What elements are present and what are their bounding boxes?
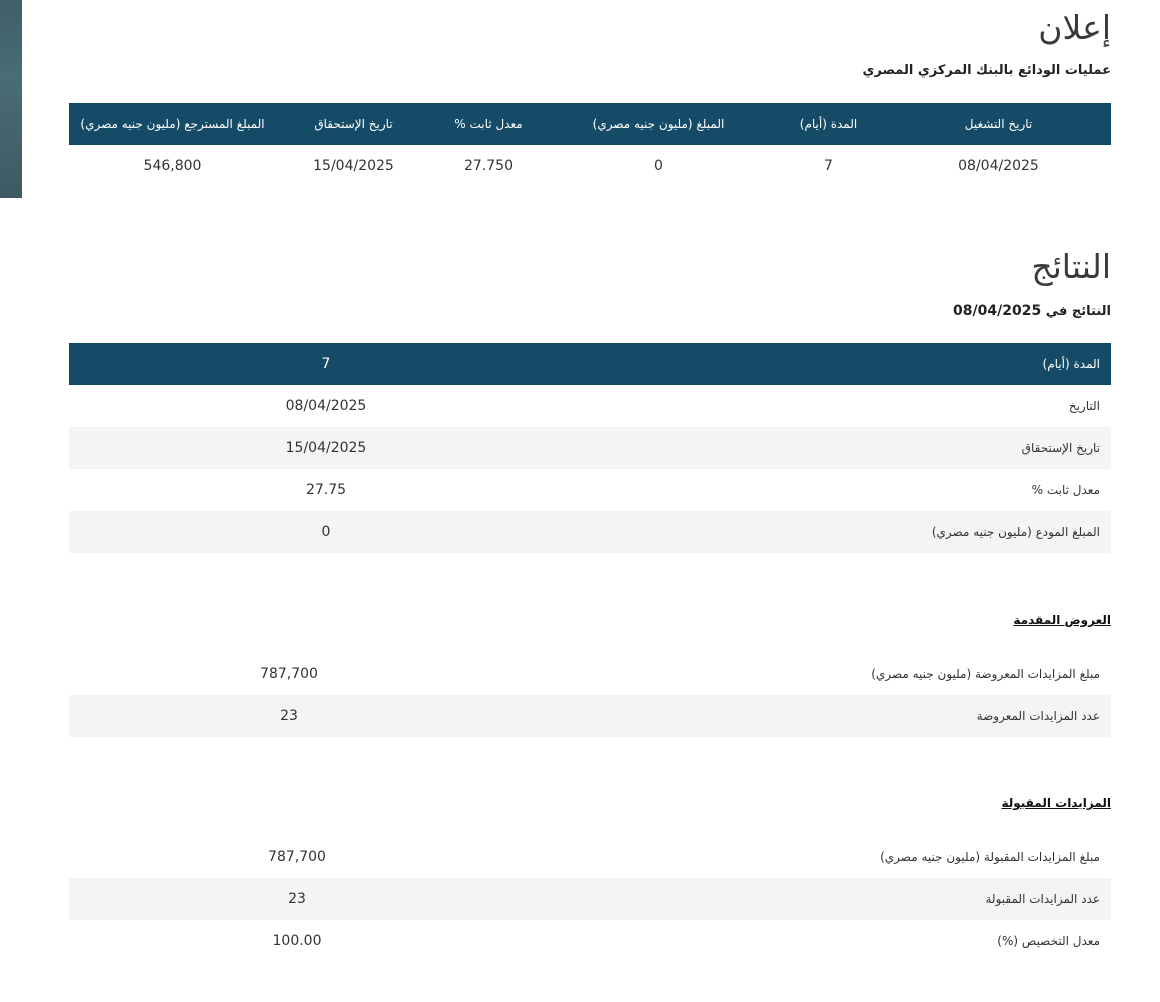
summary-value: 27.75 [305, 482, 347, 498]
announcement-title: إعلان [1038, 8, 1111, 47]
accepted-row-count: عدد المزايدات المقبولة 23 [69, 878, 1111, 920]
cell-operation-date: 08/04/2025 [958, 158, 1039, 174]
announcement-table: تاريخ التشغيل المدة (أيام) المبلغ (مليون… [69, 103, 1111, 187]
summary-row-maturity: تاريخ الإستحقاق 15/04/2025 [69, 427, 1111, 469]
accepted-label: معدل التخصيص (%) [997, 934, 1100, 948]
header-maturity-date: تاريخ الإستحقاق [276, 103, 431, 145]
accepted-row-amount: مبلغ المزايدات المقبولة (مليون جنيه مصري… [69, 836, 1111, 878]
summary-label: التاريخ [1068, 399, 1100, 413]
accepted-label: مبلغ المزايدات المقبولة (مليون جنيه مصري… [880, 850, 1100, 864]
results-subtitle-date: 08/04/2025 [953, 303, 1042, 319]
accepted-table: مبلغ المزايدات المقبولة (مليون جنيه مصري… [69, 836, 1111, 962]
summary-value: 7 [321, 356, 331, 372]
summary-label: تاريخ الإستحقاق [1021, 441, 1100, 455]
cell-returned-amount: 546,800 [143, 158, 202, 174]
cell-maturity-date: 15/04/2025 [313, 158, 394, 174]
announcement-header-row: تاريخ التشغيل المدة (أيام) المبلغ (مليون… [69, 103, 1111, 145]
accepted-value: 23 [288, 891, 306, 907]
results-subtitle-prefix: النتائج في [1045, 304, 1111, 319]
accepted-value: 787,700 [268, 849, 326, 865]
accepted-row-allocation: معدل التخصيص (%) 100.00 [69, 920, 1111, 962]
header-amount: المبلغ (مليون جنيه مصري) [546, 103, 771, 145]
announcement-subtitle: عمليات الودائع بالبنك المركزي المصري [862, 63, 1111, 78]
accepted-label: عدد المزايدات المقبولة [985, 892, 1101, 906]
cell-term-days: 7 [824, 158, 833, 174]
results-subtitle: النتائج في 08/04/2025 [953, 303, 1111, 319]
accepted-section-title: المزايدات المقبولة [1001, 796, 1111, 810]
header-operation-date: تاريخ التشغيل [886, 103, 1111, 145]
summary-row-term: المدة (أيام) 7 [69, 343, 1111, 385]
summary-value: 0 [321, 524, 331, 540]
side-decor-strip [0, 0, 22, 198]
summary-row-date: التاريخ 08/04/2025 [69, 385, 1111, 427]
offers-label: عدد المزايدات المعروضة [976, 709, 1100, 723]
summary-label: المدة (أيام) [1042, 357, 1100, 371]
summary-label: معدل ثابت % [1031, 483, 1100, 497]
summary-label: المبلغ المودع (مليون جنيه مصري) [931, 525, 1100, 539]
offers-value: 787,700 [260, 666, 318, 682]
offers-row-count: عدد المزايدات المعروضة 23 [69, 695, 1111, 737]
offers-section-title: العروض المقدمة [1013, 613, 1111, 627]
offers-value: 23 [280, 708, 298, 724]
cell-amount: 0 [654, 158, 663, 174]
table-row: 08/04/2025 7 0 27.750 15/04/2025 546,800 [69, 145, 1111, 187]
results-title: النتائج [1031, 247, 1111, 286]
accepted-value: 100.00 [272, 933, 322, 949]
summary-row-deposited: المبلغ المودع (مليون جنيه مصري) 0 [69, 511, 1111, 553]
header-returned-amount: المبلغ المسترجع (مليون جنيه مصري) [69, 103, 276, 145]
offers-label: مبلغ المزايدات المعروضة (مليون جنيه مصري… [871, 667, 1100, 681]
results-summary-table: المدة (أيام) 7 التاريخ 08/04/2025 تاريخ … [69, 343, 1111, 553]
header-fixed-rate: معدل ثابت % [431, 103, 546, 145]
summary-value: 15/04/2025 [285, 440, 367, 456]
summary-value: 08/04/2025 [285, 398, 367, 414]
header-term-days: المدة (أيام) [771, 103, 886, 145]
cell-fixed-rate: 27.750 [464, 158, 513, 174]
offers-table: مبلغ المزايدات المعروضة (مليون جنيه مصري… [69, 653, 1111, 737]
announcement-table-wrap: تاريخ التشغيل المدة (أيام) المبلغ (مليون… [69, 103, 1111, 187]
offers-row-amount: مبلغ المزايدات المعروضة (مليون جنيه مصري… [69, 653, 1111, 695]
summary-row-rate: معدل ثابت % 27.75 [69, 469, 1111, 511]
